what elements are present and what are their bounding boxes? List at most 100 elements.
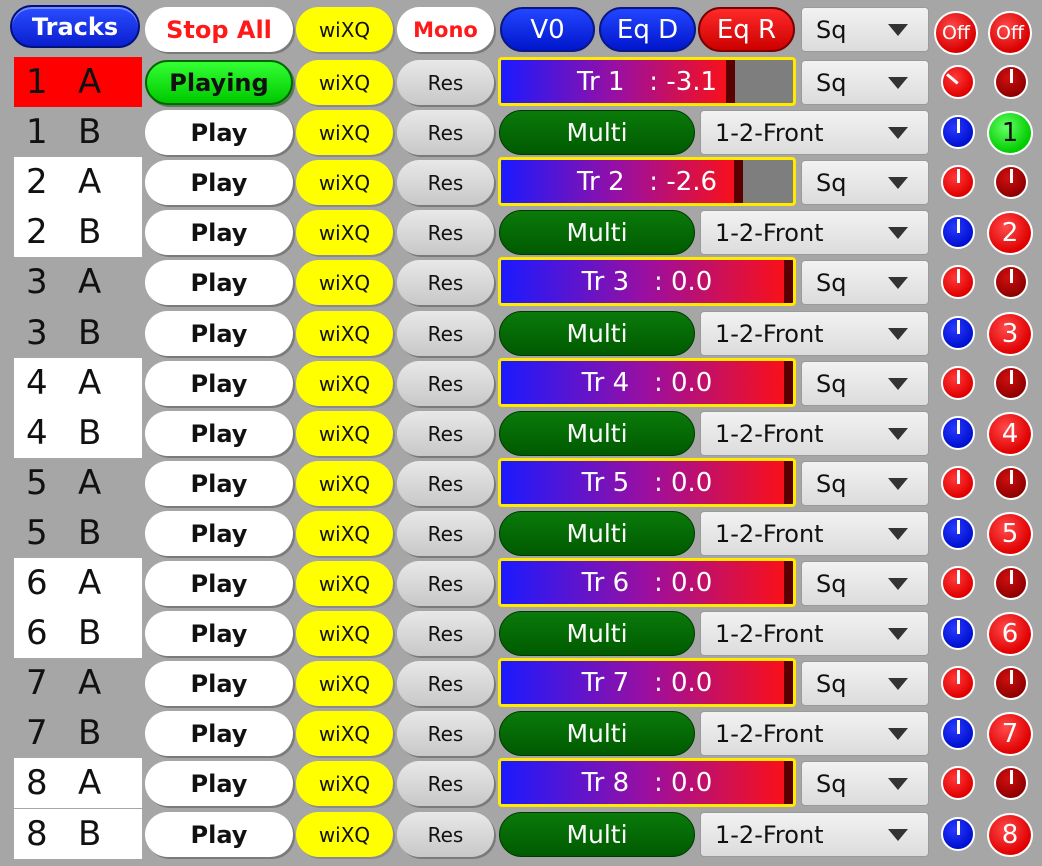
channel-number-button[interactable]: 7 xyxy=(987,712,1033,756)
volume-meter[interactable]: Tr 8 : 0.0 xyxy=(498,758,796,807)
balance-knob[interactable] xyxy=(941,115,975,149)
gain-knob[interactable] xyxy=(941,65,975,99)
wixq-button[interactable]: wiXQ xyxy=(296,110,393,155)
channel-number-button[interactable]: 8 xyxy=(987,813,1033,857)
balance-knob[interactable] xyxy=(941,716,975,750)
wixq-button[interactable]: wiXQ xyxy=(296,711,393,756)
gain-knob[interactable] xyxy=(941,566,975,600)
res-button[interactable]: Res xyxy=(397,711,494,756)
wixq-button[interactable]: wiXQ xyxy=(296,260,393,305)
v0-button[interactable]: V0 xyxy=(500,7,595,52)
pan-knob[interactable] xyxy=(994,766,1028,800)
eq-r-button[interactable]: Eq R xyxy=(698,7,795,52)
header-sq-dropdown[interactable]: Sq xyxy=(801,7,929,52)
multi-button[interactable]: Multi xyxy=(499,611,695,656)
play-button[interactable]: Play xyxy=(145,210,293,255)
pan-knob[interactable] xyxy=(994,65,1028,99)
play-button[interactable]: Playing xyxy=(145,60,293,105)
wixq-button[interactable]: wiXQ xyxy=(296,311,393,356)
channel-number-button[interactable]: 3 xyxy=(987,312,1033,356)
wixq-button[interactable]: wiXQ xyxy=(296,761,393,806)
res-button[interactable]: Res xyxy=(397,210,494,255)
res-button[interactable]: Res xyxy=(397,411,494,456)
pan-knob[interactable] xyxy=(994,466,1028,500)
multi-button[interactable]: Multi xyxy=(499,210,695,255)
pan-knob[interactable] xyxy=(994,666,1028,700)
output-dropdown[interactable]: 1-2-Front xyxy=(700,311,929,356)
multi-button[interactable]: Multi xyxy=(499,711,695,756)
play-button[interactable]: Play xyxy=(145,761,293,806)
output-dropdown[interactable]: 1-2-Front xyxy=(700,812,929,857)
volume-meter[interactable]: Tr 6 : 0.0 xyxy=(498,558,796,607)
sq-dropdown[interactable]: Sq xyxy=(801,160,929,205)
gain-knob[interactable] xyxy=(941,165,975,199)
res-button[interactable]: Res xyxy=(397,60,494,105)
sq-dropdown[interactable]: Sq xyxy=(801,361,929,406)
wixq-button[interactable]: wiXQ xyxy=(296,160,393,205)
res-button[interactable]: Res xyxy=(397,661,494,706)
channel-number-button[interactable]: 2 xyxy=(987,211,1033,255)
wixq-button[interactable]: wiXQ xyxy=(296,210,393,255)
res-button[interactable]: Res xyxy=(397,611,494,656)
output-dropdown[interactable]: 1-2-Front xyxy=(700,411,929,456)
output-dropdown[interactable]: 1-2-Front xyxy=(700,611,929,656)
play-button[interactable]: Play xyxy=(145,511,293,556)
res-button[interactable]: Res xyxy=(397,361,494,406)
balance-knob[interactable] xyxy=(941,316,975,350)
sq-dropdown[interactable]: Sq xyxy=(801,60,929,105)
off-button-1[interactable]: Off xyxy=(934,11,978,55)
play-button[interactable]: Play xyxy=(145,361,293,406)
play-button[interactable]: Play xyxy=(145,160,293,205)
channel-number-button[interactable]: 6 xyxy=(987,612,1033,656)
wixq-button[interactable]: wiXQ xyxy=(296,611,393,656)
pan-knob[interactable] xyxy=(994,566,1028,600)
res-button[interactable]: Res xyxy=(397,761,494,806)
output-dropdown[interactable]: 1-2-Front xyxy=(700,210,929,255)
play-button[interactable]: Play xyxy=(145,561,293,606)
wixq-button[interactable]: wiXQ xyxy=(296,60,393,105)
volume-meter[interactable]: Tr 3 : 0.0 xyxy=(498,257,796,306)
channel-number-button[interactable]: 1 xyxy=(987,111,1033,155)
wixq-button[interactable]: wiXQ xyxy=(296,461,393,506)
multi-button[interactable]: Multi xyxy=(499,411,695,456)
wixq-button[interactable]: wiXQ xyxy=(296,661,393,706)
res-button[interactable]: Res xyxy=(397,561,494,606)
res-button[interactable]: Res xyxy=(397,260,494,305)
wixq-button[interactable]: wiXQ xyxy=(296,812,393,857)
multi-button[interactable]: Multi xyxy=(499,511,695,556)
multi-button[interactable]: Multi xyxy=(499,311,695,356)
channel-number-button[interactable]: 5 xyxy=(987,512,1033,556)
sq-dropdown[interactable]: Sq xyxy=(801,461,929,506)
channel-number-button[interactable]: 4 xyxy=(987,412,1033,456)
sq-dropdown[interactable]: Sq xyxy=(801,260,929,305)
output-dropdown[interactable]: 1-2-Front xyxy=(700,711,929,756)
play-button[interactable]: Play xyxy=(145,311,293,356)
play-button[interactable]: Play xyxy=(145,611,293,656)
mono-button[interactable]: Mono xyxy=(397,7,494,52)
res-button[interactable]: Res xyxy=(397,461,494,506)
res-button[interactable]: Res xyxy=(397,311,494,356)
play-button[interactable]: Play xyxy=(145,260,293,305)
stop-all-button[interactable]: Stop All xyxy=(145,7,293,52)
gain-knob[interactable] xyxy=(941,265,975,299)
volume-meter[interactable]: Tr 1 : -3.1 xyxy=(498,57,796,106)
play-button[interactable]: Play xyxy=(145,110,293,155)
balance-knob[interactable] xyxy=(941,817,975,851)
gain-knob[interactable] xyxy=(941,766,975,800)
output-dropdown[interactable]: 1-2-Front xyxy=(700,110,929,155)
eq-d-button[interactable]: Eq D xyxy=(599,7,696,52)
tracks-button[interactable]: Tracks xyxy=(10,5,140,48)
play-button[interactable]: Play xyxy=(145,411,293,456)
volume-meter[interactable]: Tr 5 : 0.0 xyxy=(498,458,796,507)
output-dropdown[interactable]: 1-2-Front xyxy=(700,511,929,556)
res-button[interactable]: Res xyxy=(397,812,494,857)
volume-meter[interactable]: Tr 4 : 0.0 xyxy=(498,358,796,407)
res-button[interactable]: Res xyxy=(397,160,494,205)
res-button[interactable]: Res xyxy=(397,511,494,556)
wixq-button[interactable]: wiXQ xyxy=(296,411,393,456)
balance-knob[interactable] xyxy=(941,516,975,550)
wixq-button[interactable]: wiXQ xyxy=(296,511,393,556)
pan-knob[interactable] xyxy=(994,366,1028,400)
res-button[interactable]: Res xyxy=(397,110,494,155)
wixq-button[interactable]: wiXQ xyxy=(296,561,393,606)
